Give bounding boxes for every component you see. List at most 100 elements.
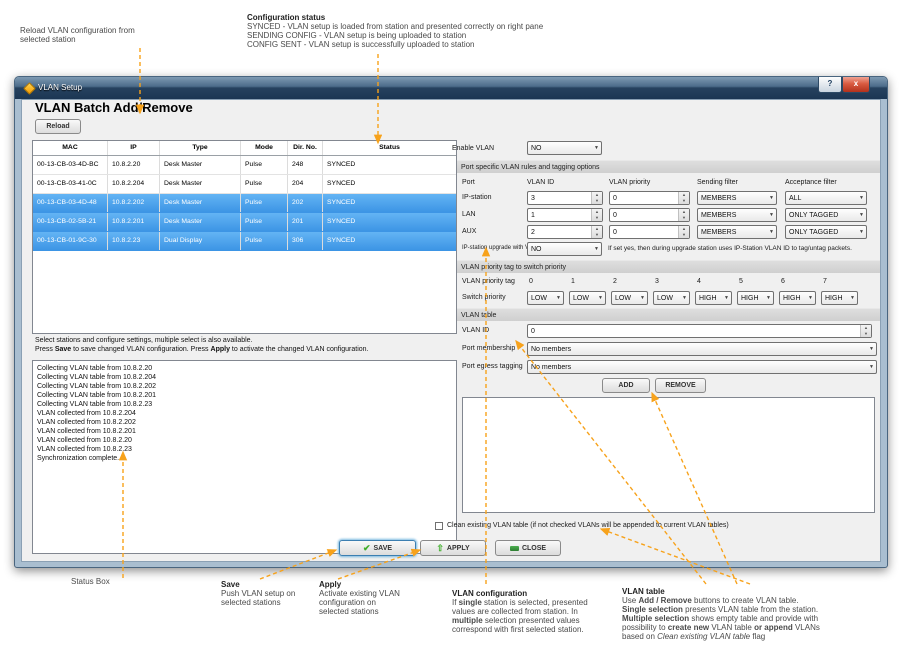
status-log-box[interactable]: Collecting VLAN table from 10.8.2.20 Col… <box>32 360 457 554</box>
spinner-buttons-icon[interactable]: ▲▼ <box>591 192 602 204</box>
enable-vlan-dropdown[interactable]: NO▼ <box>527 141 602 155</box>
close-button[interactable]: CLOSE <box>495 540 561 556</box>
add-button[interactable]: ADD <box>602 378 650 393</box>
tag-3: 3 <box>655 278 659 285</box>
switch-priority-6-dropdown[interactable]: HIGH▼ <box>779 291 816 305</box>
spinner-buttons-icon[interactable]: ▲▼ <box>860 325 871 337</box>
log-line: Collecting VLAN table from 10.8.2.23 <box>37 400 456 409</box>
chevron-down-icon: ▼ <box>680 295 689 301</box>
chevron-down-icon: ▼ <box>767 195 776 201</box>
chevron-down-icon: ▼ <box>848 295 857 301</box>
log-line: Collecting VLAN table from 10.8.2.204 <box>37 373 456 382</box>
row-label-aux: AUX <box>462 228 476 235</box>
screenshot-canvas: Reload VLAN configuration from selected … <box>0 0 900 661</box>
spinner-buttons-icon[interactable]: ▲▼ <box>678 226 689 238</box>
port-egress-label: Port egress tagging <box>462 363 523 370</box>
chevron-down-icon: ▼ <box>767 212 776 218</box>
vlan-setup-window: VLAN Setup ? x VLAN Batch Add/Remove Rel… <box>14 76 888 568</box>
chevron-down-icon: ▼ <box>596 295 605 301</box>
apply-button[interactable]: ⇧APPLY <box>420 540 486 556</box>
vlan-id-spinner[interactable]: 0▲▼ <box>527 324 872 338</box>
upgrade-dropdown[interactable]: NO▼ <box>527 242 602 256</box>
ip-station-acceptance-filter-dropdown[interactable]: ALL▼ <box>785 191 867 205</box>
aux-sending-filter-dropdown[interactable]: MEMBERS▼ <box>697 225 777 239</box>
chevron-down-icon: ▼ <box>767 229 776 235</box>
tag-4: 4 <box>697 278 701 285</box>
log-line: VLAN collected from 10.8.2.202 <box>37 418 456 427</box>
status-box-annotation: Status Box <box>71 577 110 586</box>
port-rules-band: Port specific VLAN rules and tagging opt… <box>457 160 880 173</box>
tag-1: 1 <box>571 278 575 285</box>
spinner-buttons-icon[interactable]: ▲▼ <box>678 209 689 221</box>
table-row[interactable]: 00-13-CB-03-4D-BC 10.8.2.20 Desk Master … <box>33 156 456 175</box>
chevron-down-icon: ▼ <box>857 229 866 235</box>
priority-band: VLAN priority tag to switch priority <box>457 260 880 273</box>
aux-acceptance-filter-dropdown[interactable]: ONLY TAGGED▼ <box>785 225 867 239</box>
switch-priority-2-dropdown[interactable]: LOW▼ <box>611 291 648 305</box>
chevron-down-icon: ▼ <box>857 212 866 218</box>
row-label-lan: LAN <box>462 211 476 218</box>
switch-priority-7-dropdown[interactable]: HIGH▼ <box>821 291 858 305</box>
lan-sending-filter-dropdown[interactable]: MEMBERS▼ <box>697 208 777 222</box>
aux-vlan-id-spinner[interactable]: 2▲▼ <box>527 225 603 239</box>
vlan-table-annotation: VLAN table Use Add / Remove buttons to c… <box>622 587 820 641</box>
log-line: Collecting VLAN table from 10.8.2.20 <box>37 364 456 373</box>
spinner-buttons-icon[interactable]: ▲▼ <box>678 192 689 204</box>
tag-7: 7 <box>823 278 827 285</box>
chevron-down-icon: ▼ <box>592 145 601 151</box>
table-row-selected[interactable]: 00-13-CB-02-5B-21 10.8.2.201 Desk Master… <box>33 213 456 232</box>
chevron-down-icon: ▼ <box>554 295 563 301</box>
ip-station-sending-filter-dropdown[interactable]: MEMBERS▼ <box>697 191 777 205</box>
save-button[interactable]: ✔SAVE <box>339 540 416 556</box>
port-membership-dropdown[interactable]: No members▼ <box>527 342 877 356</box>
chevron-down-icon: ▼ <box>806 295 815 301</box>
window-body: VLAN Batch Add/Remove Reload MAC IP Type… <box>21 99 881 562</box>
switch-priority-1-dropdown[interactable]: LOW▼ <box>569 291 606 305</box>
switch-priority-0-dropdown[interactable]: LOW▼ <box>527 291 564 305</box>
chevron-down-icon: ▼ <box>764 295 773 301</box>
station-table[interactable]: MAC IP Type Mode Dir. No. Status 00-13-C… <box>32 140 457 334</box>
switch-priority-label: Switch priority <box>462 294 506 301</box>
port-egress-dropdown[interactable]: No members▼ <box>527 360 877 374</box>
lan-vlan-id-spinner[interactable]: 1▲▼ <box>527 208 603 222</box>
check-icon: ✔ <box>363 543 371 554</box>
upgrade-note: If set yes, then during upgrade station … <box>608 245 852 252</box>
chevron-down-icon: ▼ <box>592 246 601 252</box>
spinner-buttons-icon[interactable]: ▲▼ <box>591 209 602 221</box>
switch-priority-3-dropdown[interactable]: LOW▼ <box>653 291 690 305</box>
table-header-row: MAC IP Type Mode Dir. No. Status <box>33 141 456 156</box>
up-arrow-icon: ⇧ <box>436 543 444 554</box>
enable-vlan-label: Enable VLAN <box>452 145 494 152</box>
reload-button[interactable]: Reload <box>35 119 81 134</box>
vlan-table-list[interactable] <box>462 397 875 513</box>
table-row-selected[interactable]: 00-13-CB-03-4D-48 10.8.2.202 Desk Master… <box>33 194 456 213</box>
log-line: VLAN collected from 10.8.2.23 <box>37 445 456 454</box>
table-row-selected[interactable]: 00-13-CB-01-9C-30 10.8.2.23 Dual Display… <box>33 232 456 251</box>
clean-vlan-checkbox[interactable] <box>435 522 443 530</box>
window-title: VLAN Setup <box>38 83 82 92</box>
spinner-buttons-icon[interactable]: ▲▼ <box>591 226 602 238</box>
port-membership-label: Port membership <box>462 345 515 352</box>
chevron-down-icon: ▼ <box>867 346 876 352</box>
title-bar[interactable]: VLAN Setup ? x <box>15 77 887 99</box>
log-line: Collecting VLAN table from 10.8.2.201 <box>37 391 456 400</box>
lan-priority-spinner[interactable]: 0▲▼ <box>609 208 690 222</box>
col-port: Port <box>462 179 475 186</box>
window-close-button[interactable]: x <box>842 77 870 93</box>
lan-acceptance-filter-dropdown[interactable]: ONLY TAGGED▼ <box>785 208 867 222</box>
apply-annotation: Apply Activate existing VLAN configurati… <box>319 580 400 616</box>
switch-priority-4-dropdown[interactable]: HIGH▼ <box>695 291 732 305</box>
table-row[interactable]: 00-13-CB-03-41-0C 10.8.2.204 Desk Master… <box>33 175 456 194</box>
clean-vlan-checkbox-label: Clean existing VLAN table (if not checke… <box>447 522 729 529</box>
remove-button[interactable]: REMOVE <box>655 378 706 393</box>
reload-annotation: Reload VLAN configuration from selected … <box>20 26 135 44</box>
tag-5: 5 <box>739 278 743 285</box>
aux-priority-spinner[interactable]: 0▲▼ <box>609 225 690 239</box>
switch-priority-5-dropdown[interactable]: HIGH▼ <box>737 291 774 305</box>
help-button[interactable]: ? <box>818 77 842 93</box>
chevron-down-icon: ▼ <box>867 364 876 370</box>
instructions-line2: Press Save to save changed VLAN configur… <box>35 346 369 353</box>
row-label-ip-station: IP-station <box>462 194 492 201</box>
ip-station-priority-spinner[interactable]: 0▲▼ <box>609 191 690 205</box>
ip-station-vlan-id-spinner[interactable]: 3▲▼ <box>527 191 603 205</box>
